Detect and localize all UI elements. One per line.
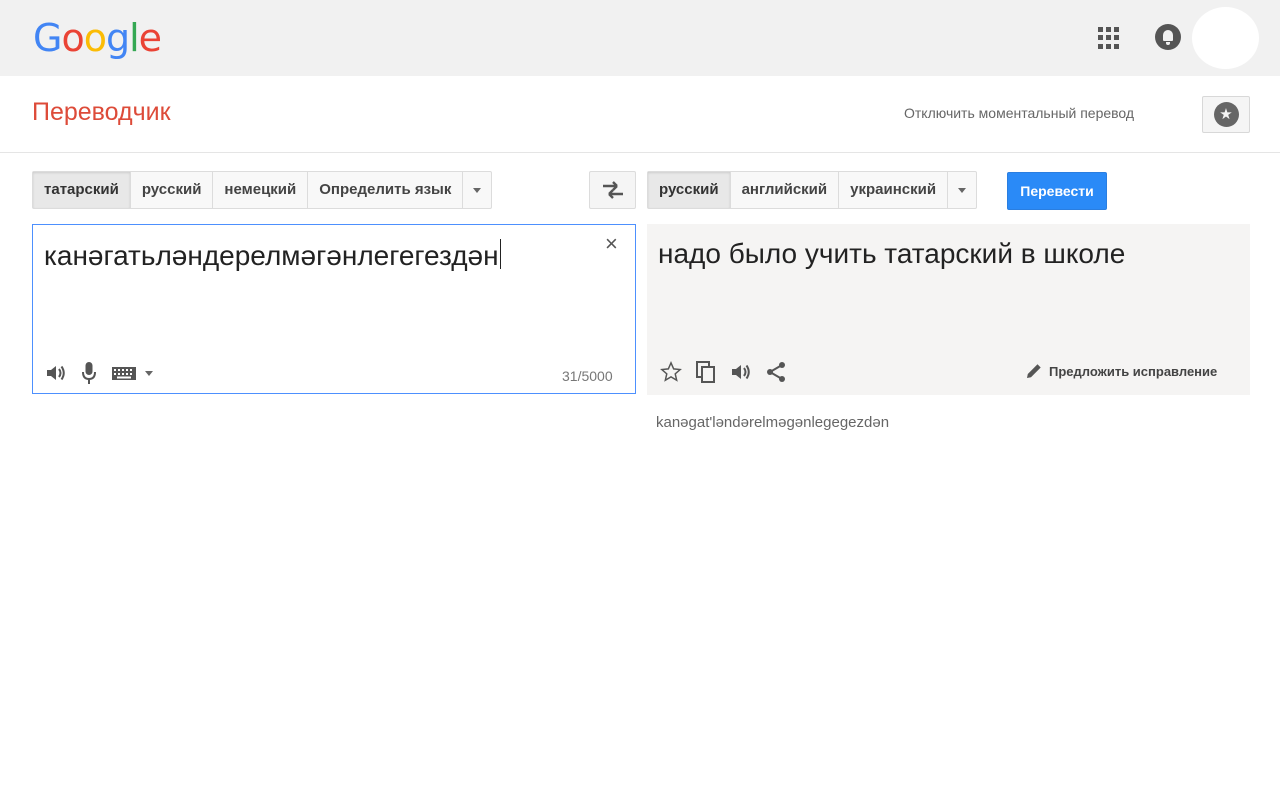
logo-letter: e <box>138 16 162 60</box>
logo-letter: o <box>61 16 84 60</box>
source-tools <box>45 361 153 385</box>
source-lang-german[interactable]: немецкий <box>213 172 309 208</box>
suggest-edit-label: Предложить исправление <box>1049 363 1218 379</box>
source-text[interactable]: канәгатьләндерелмәгәнлегегездән <box>44 239 501 272</box>
character-counter: 31/5000 <box>562 368 613 384</box>
apps-grid-icon[interactable] <box>1098 27 1120 49</box>
chevron-down-icon <box>145 370 153 376</box>
logo-letter: l <box>129 16 140 60</box>
logo-letter: G <box>33 16 62 60</box>
copy-icon[interactable] <box>695 360 717 384</box>
translate-button[interactable]: Перевести <box>1007 172 1107 210</box>
top-bar: Google <box>0 0 1280 76</box>
saved-phrases-button[interactable]: ★ <box>1202 96 1250 133</box>
account-avatar[interactable] <box>1192 7 1259 69</box>
keyboard-icon[interactable] <box>111 365 153 381</box>
source-lang-tatar[interactable]: татарский <box>33 172 131 208</box>
source-lang-russian[interactable]: русский <box>130 172 214 208</box>
clear-text-button[interactable]: × <box>605 233 618 255</box>
suggest-edit-button[interactable]: Предложить исправление <box>1025 362 1217 380</box>
target-lang-ukrainian[interactable]: украинский <box>839 172 949 208</box>
translation-result-area: надо было учить татарский в школе Предло… <box>647 224 1250 395</box>
star-icon: ★ <box>1213 102 1239 127</box>
source-lang-dropdown[interactable] <box>463 172 491 208</box>
target-lang-dropdown[interactable] <box>948 172 976 208</box>
source-lang-detect[interactable]: Определить язык <box>308 172 464 208</box>
notifications-bell-icon[interactable] <box>1155 24 1181 50</box>
logo-letter: o <box>83 16 107 60</box>
transliteration: kanəgat'ləndərelməgənlegegezdən <box>656 414 890 431</box>
speaker-icon[interactable] <box>730 362 752 382</box>
source-language-bar: татарский русский немецкий Определить яз… <box>32 171 493 209</box>
translation-text: надо было учить татарский в школе <box>658 238 1126 269</box>
sub-header: Переводчик Отключить моментальный перево… <box>0 76 1280 153</box>
swap-languages-button[interactable] <box>589 171 636 209</box>
star-outline-icon[interactable] <box>660 361 682 383</box>
text-cursor <box>499 239 501 269</box>
source-text-value: канәгатьләндерелмәгәнлегегездән <box>44 240 499 271</box>
pencil-icon <box>1027 364 1041 378</box>
instant-translation-toggle[interactable]: Отключить моментальный перевод <box>904 105 1134 121</box>
page-title: Переводчик <box>32 98 171 126</box>
logo-letter: g <box>105 16 130 60</box>
speaker-icon[interactable] <box>45 363 67 383</box>
chevron-down-icon <box>473 187 482 193</box>
target-lang-russian[interactable]: русский <box>648 172 731 208</box>
chevron-down-icon <box>958 187 967 193</box>
google-logo[interactable]: Google <box>33 16 162 60</box>
swap-arrows-icon <box>602 181 623 199</box>
target-lang-english[interactable]: английский <box>730 172 840 208</box>
microphone-icon[interactable] <box>81 361 97 385</box>
translation-tools <box>660 360 787 384</box>
source-text-area[interactable]: канәгатьләндерелмәгәнлегегездән × 31/500… <box>32 224 636 394</box>
target-language-bar: русский английский украинский <box>647 171 978 209</box>
share-icon[interactable] <box>765 361 787 383</box>
